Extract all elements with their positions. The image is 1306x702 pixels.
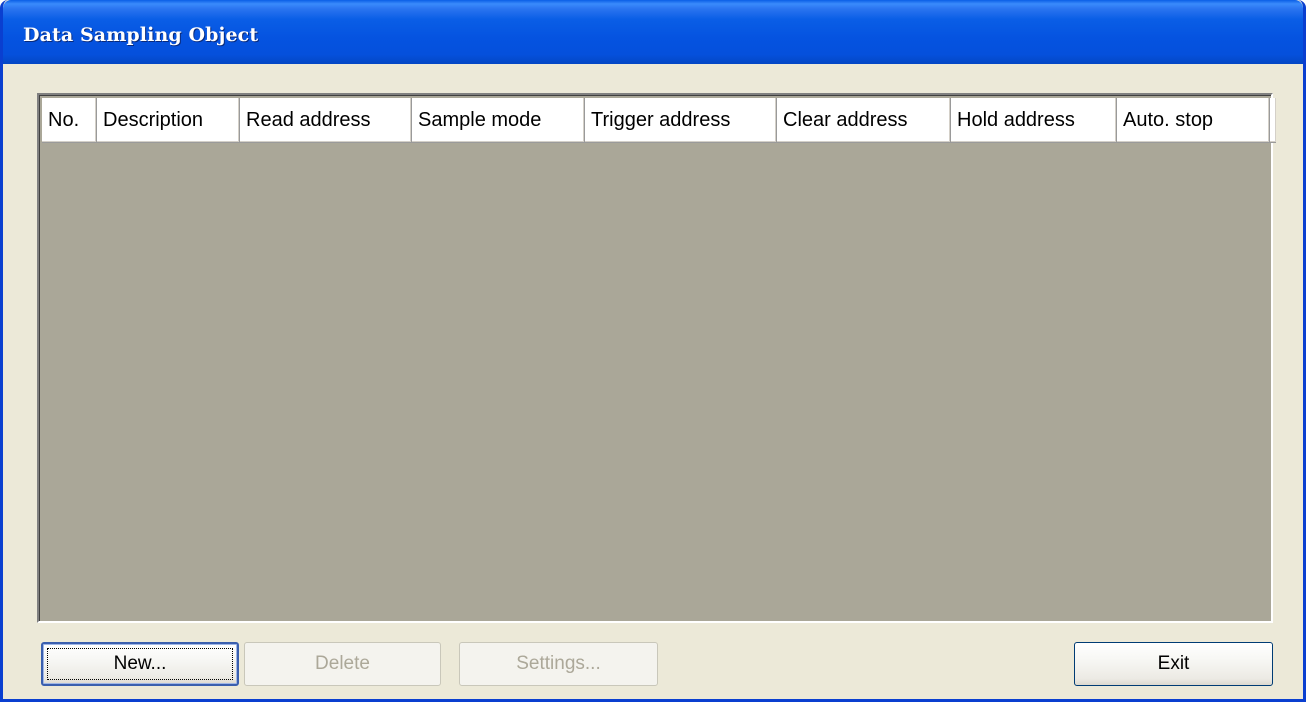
column-header-clear-address[interactable]: Clear address <box>777 98 951 143</box>
focus-rectangle <box>47 648 233 680</box>
column-header-sample-mode[interactable]: Sample mode <box>412 98 585 143</box>
column-header-description[interactable]: Description <box>97 98 240 143</box>
delete-button[interactable]: Delete <box>244 642 441 686</box>
new-button[interactable]: New... <box>41 642 239 686</box>
title-bar[interactable]: Data Sampling Object <box>3 0 1303 64</box>
sampling-objects-list[interactable]: No. Description Read address Sample mode… <box>37 93 1276 623</box>
list-header: No. Description Read address Sample mode… <box>42 98 1276 143</box>
column-header-hold-address[interactable]: Hold address <box>951 98 1117 143</box>
column-header-auto-stop[interactable]: Auto. stop <box>1117 98 1270 143</box>
settings-button[interactable]: Settings... <box>459 642 658 686</box>
column-header-no[interactable]: No. <box>42 98 97 143</box>
dialog-client-area: No. Description Read address Sample mode… <box>3 64 1303 699</box>
window-title: Data Sampling Object <box>23 24 259 46</box>
column-header-read-address[interactable]: Read address <box>240 98 412 143</box>
column-header-filler <box>1270 98 1276 143</box>
column-header-trigger-address[interactable]: Trigger address <box>585 98 777 143</box>
exit-button[interactable]: Exit <box>1074 642 1273 686</box>
dialog-window: Data Sampling Object No. Description Rea… <box>0 0 1306 702</box>
